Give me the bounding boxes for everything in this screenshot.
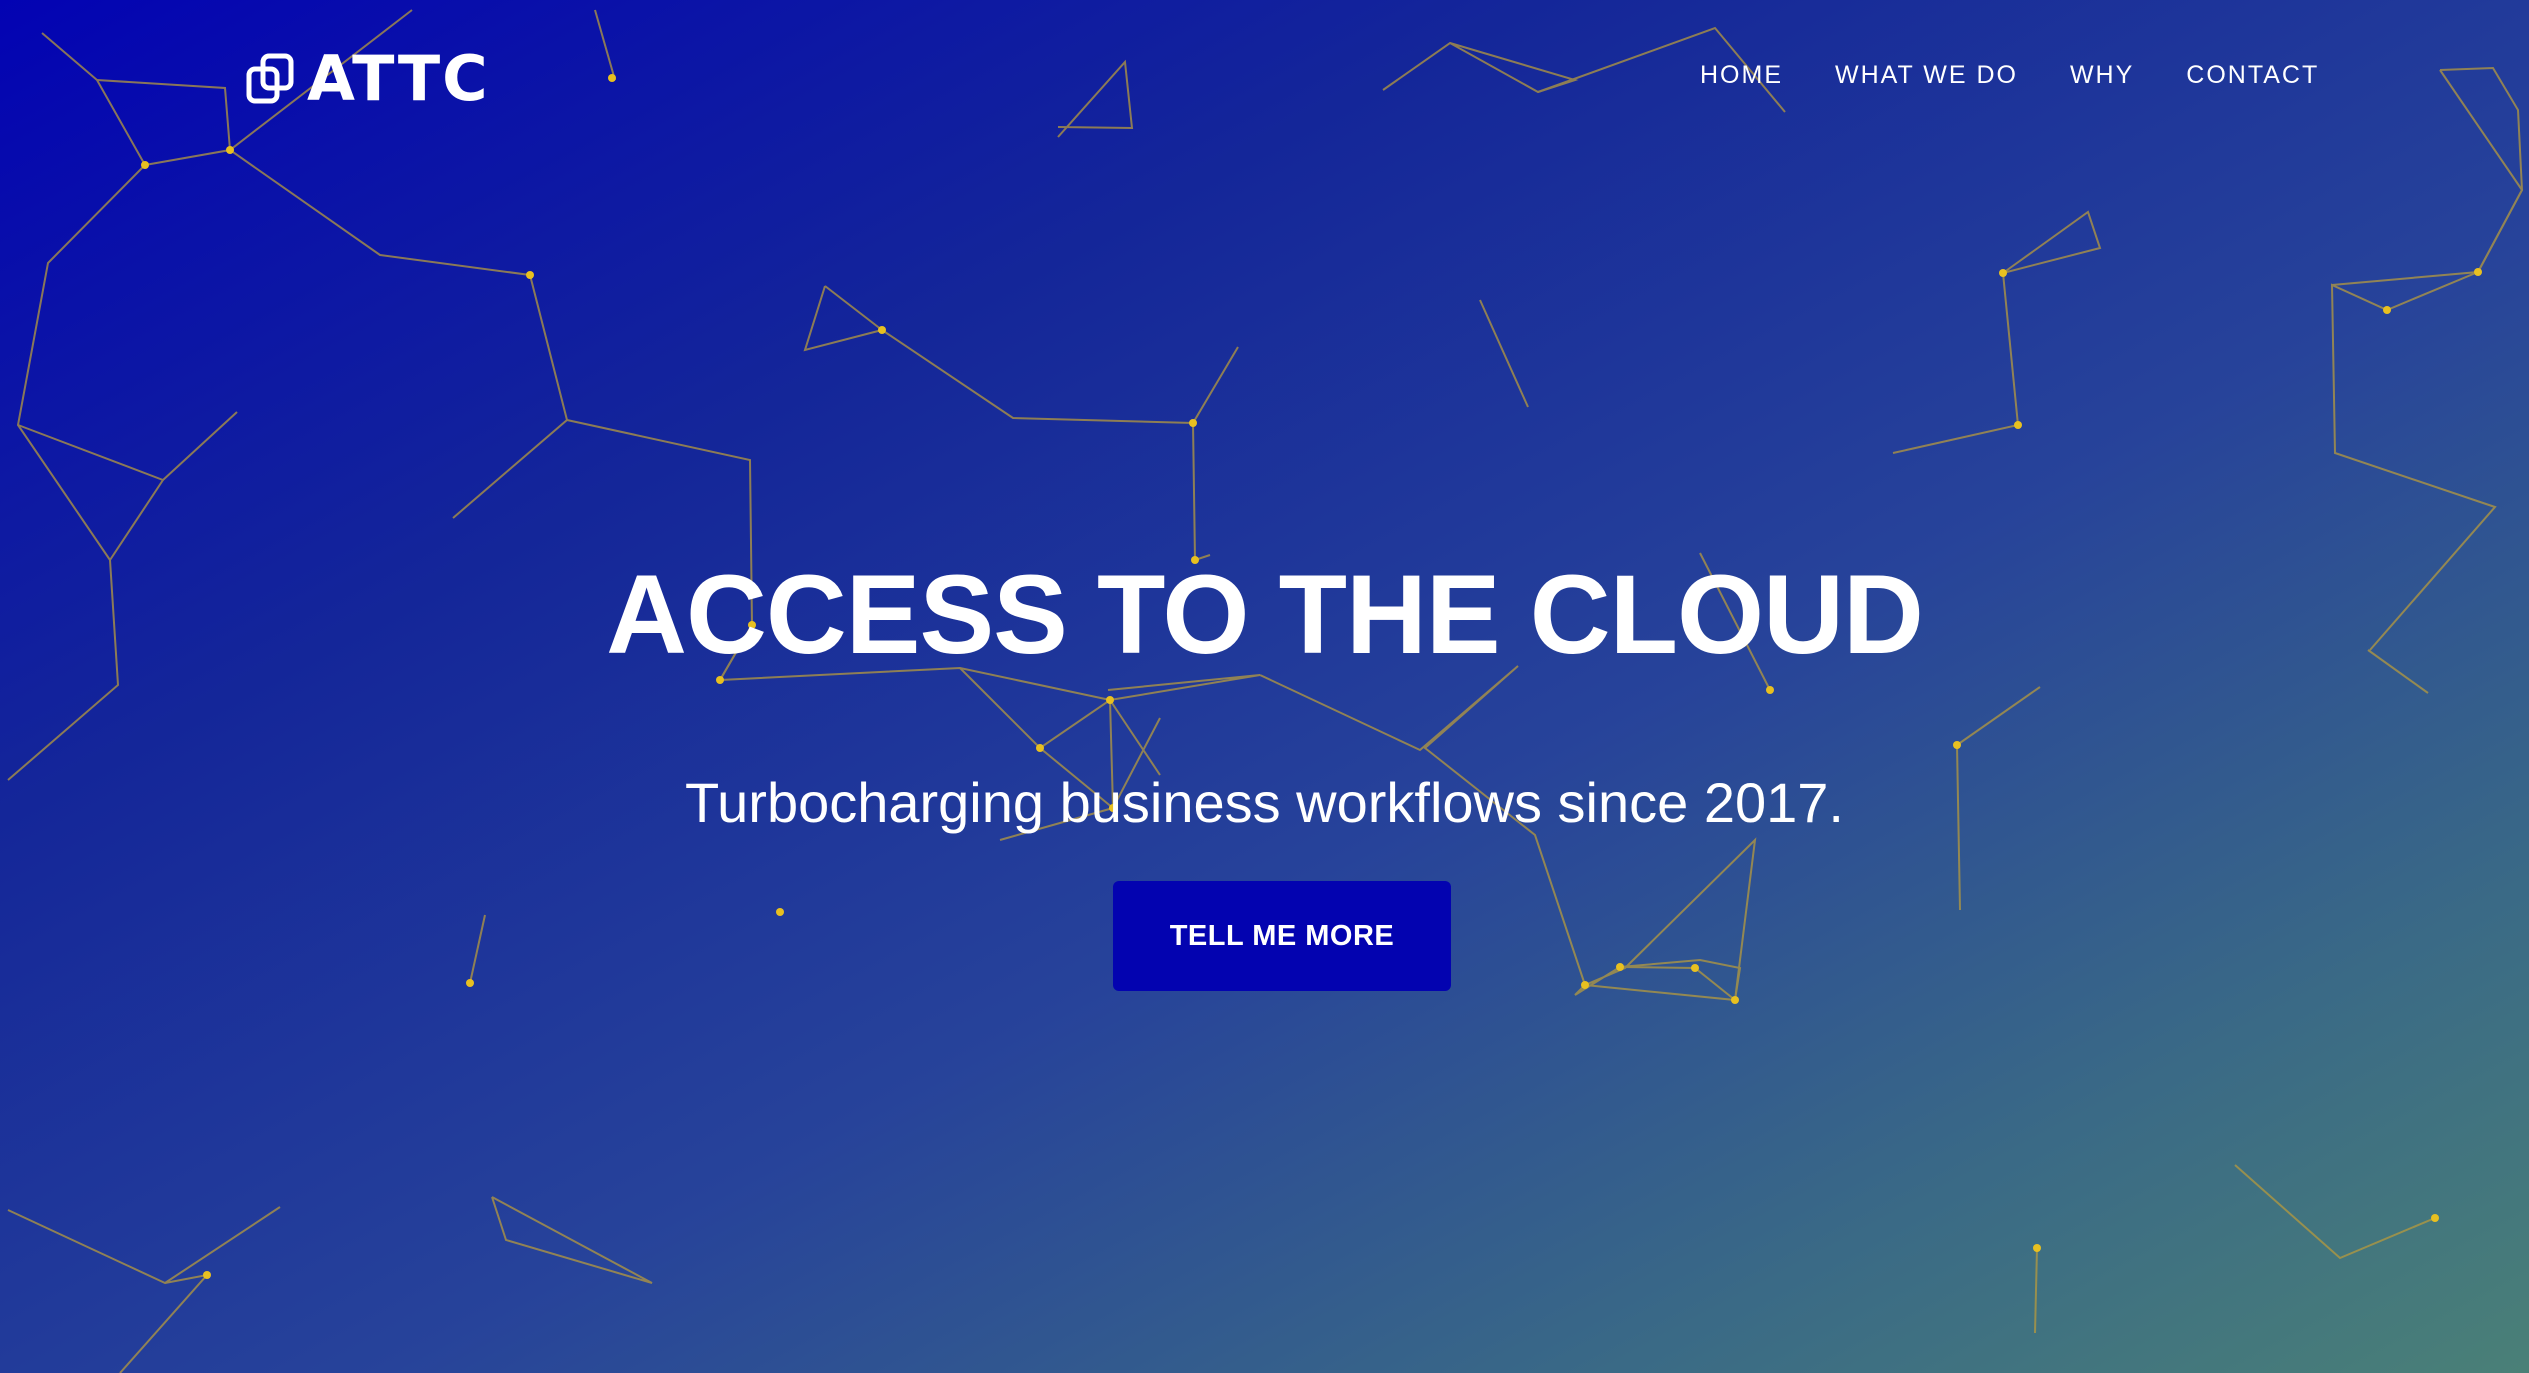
- network-node: [776, 908, 784, 916]
- hero-subtitle: Turbocharging business workflows since 2…: [685, 771, 1844, 834]
- network-node: [2431, 1214, 2439, 1222]
- network-line: [881, 329, 1239, 425]
- network-line: [1892, 210, 2102, 454]
- network-line: [109, 479, 164, 561]
- network-line: [594, 9, 616, 81]
- network-node: [1766, 686, 1774, 694]
- nav-item-why[interactable]: WHY: [2070, 60, 2134, 90]
- network-node: [226, 146, 234, 154]
- network-node: [2383, 306, 2391, 314]
- nav-item-contact[interactable]: CONTACT: [2186, 60, 2319, 90]
- network-line: [7, 1206, 281, 1285]
- network-line: [1479, 299, 1529, 408]
- network-node: [878, 326, 886, 334]
- network-node: [1616, 963, 1624, 971]
- network-line: [452, 274, 569, 519]
- nav-item-home[interactable]: HOME: [1700, 60, 1783, 90]
- network-line: [2234, 1164, 2436, 1260]
- network-node: [203, 1271, 211, 1279]
- network-node: [141, 161, 149, 169]
- network-line: [1057, 59, 1134, 138]
- network-line: [119, 1273, 210, 1373]
- network-line: [2331, 69, 2524, 286]
- network-line: [1382, 41, 1579, 94]
- network-node: [2033, 1244, 2041, 1252]
- main-nav: HOME WHAT WE DO WHY CONTACT: [1700, 60, 2319, 90]
- network-node: [2474, 268, 2482, 276]
- network-line: [17, 411, 238, 482]
- tell-me-more-button[interactable]: TELL ME MORE: [1113, 881, 1451, 991]
- network-line: [1956, 686, 2041, 746]
- network-node: [2014, 421, 2022, 429]
- network-line: [1192, 422, 1211, 562]
- network-node: [1731, 996, 1739, 1004]
- brand-logo[interactable]: ATTC: [245, 48, 490, 110]
- network-node: [1106, 696, 1114, 704]
- network-node: [1953, 741, 1961, 749]
- network-node: [1581, 981, 1589, 989]
- network-line: [803, 285, 885, 352]
- hero-title: ACCESS TO THE CLOUD: [606, 552, 1924, 677]
- nav-item-what-we-do[interactable]: WHAT WE DO: [1835, 60, 2018, 90]
- brand-name: ATTC: [307, 42, 490, 115]
- particle-network-background: [7, 9, 2524, 1373]
- interlocked-squares-logo-icon: [246, 53, 294, 104]
- network-node: [1691, 964, 1699, 972]
- network-line: [469, 914, 486, 984]
- network-line: [1584, 966, 1739, 1002]
- network-node: [526, 271, 534, 279]
- network-line: [959, 667, 1161, 776]
- network-node: [1189, 419, 1197, 427]
- network-line: [491, 1196, 653, 1284]
- network-node: [608, 74, 616, 82]
- network-node: [1999, 269, 2007, 277]
- network-line: [7, 164, 146, 781]
- network-node: [466, 979, 474, 987]
- network-line: [2034, 1247, 2038, 1334]
- network-node: [1036, 744, 1044, 752]
